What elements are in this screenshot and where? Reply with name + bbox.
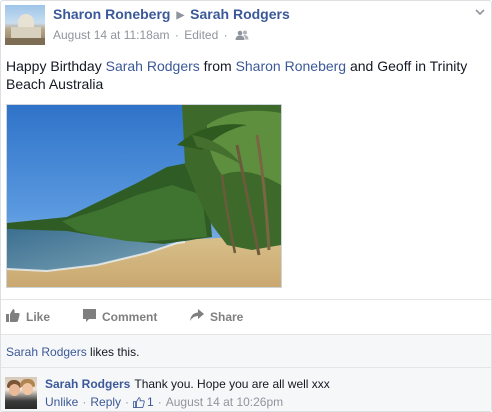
tag-sharon-link[interactable]: Sharon Roneberg — [236, 58, 347, 74]
arrow-right-icon: ▶ — [176, 10, 185, 21]
comment-like-count[interactable]: 1 — [147, 395, 154, 409]
thumbs-up-icon — [6, 309, 20, 325]
like-button[interactable]: Like — [6, 309, 50, 325]
post-text-mid: from — [199, 58, 236, 74]
likes-suffix: likes this. — [86, 345, 140, 359]
meta-separator: · — [223, 28, 228, 42]
reply-link[interactable]: Reply — [90, 395, 121, 409]
chevron-down-icon[interactable] — [475, 7, 485, 17]
like-label: Like — [26, 310, 51, 324]
commenter-avatar[interactable] — [5, 377, 37, 409]
comment-separator: · — [82, 395, 87, 409]
friends-icon[interactable] — [235, 29, 249, 40]
unlike-link[interactable]: Unlike — [45, 395, 78, 409]
comment-body: Sarah Rodgers Thank you. Hope you are all… — [45, 377, 330, 391]
comment-separator: · — [125, 395, 130, 409]
comment-button[interactable]: Comment — [83, 309, 157, 325]
commenter-name-link[interactable]: Sarah Rodgers — [45, 377, 130, 391]
post-card: Sharon Roneberg ▶ Sarah Rodgers August 14 … — [0, 0, 492, 412]
post-names: Sharon Roneberg ▶ Sarah Rodgers — [53, 6, 290, 22]
comment-separator: · — [157, 395, 162, 409]
author-avatar[interactable] — [5, 5, 45, 45]
author-name-link[interactable]: Sharon Roneberg — [53, 6, 170, 22]
thumbs-up-icon[interactable] — [133, 396, 145, 408]
post-text: Happy Birthday Sarah Rodgers from Sharon… — [6, 57, 484, 93]
share-arrow-icon — [190, 309, 204, 324]
post-photo[interactable] — [6, 104, 282, 288]
post-header: Sharon Roneberg ▶ Sarah Rodgers August 14 … — [5, 5, 487, 45]
comment-actions: Unlike · Reply · 1 · August 14 at 10:26p… — [45, 395, 283, 409]
meta-separator: · — [174, 28, 179, 42]
post-timestamp[interactable]: August 14 at 11:18am — [53, 28, 170, 42]
post-text-prefix: Happy Birthday — [6, 58, 106, 74]
share-label: Share — [210, 309, 244, 324]
speech-bubble-icon — [83, 309, 96, 325]
post-actions: Like Comment Share — [1, 299, 491, 334]
tag-sarah-link[interactable]: Sarah Rodgers — [106, 58, 200, 74]
comment-text: Thank you. Hope you are all well xxx — [134, 377, 330, 391]
share-button[interactable]: Share — [190, 309, 243, 324]
liker-name-link[interactable]: Sarah Rodgers — [6, 345, 87, 359]
target-name-link[interactable]: Sarah Rodgers — [190, 6, 290, 22]
edited-link[interactable]: Edited — [184, 28, 218, 42]
comment-item: Sarah Rodgers Thank you. Hope you are all… — [1, 367, 491, 411]
post-meta: August 14 at 11:18am · Edited · — [53, 28, 249, 42]
comment-timestamp[interactable]: August 14 at 10:26pm — [166, 395, 283, 409]
comment-label: Comment — [102, 310, 158, 324]
likes-summary: Sarah Rodgers likes this. — [1, 334, 491, 367]
